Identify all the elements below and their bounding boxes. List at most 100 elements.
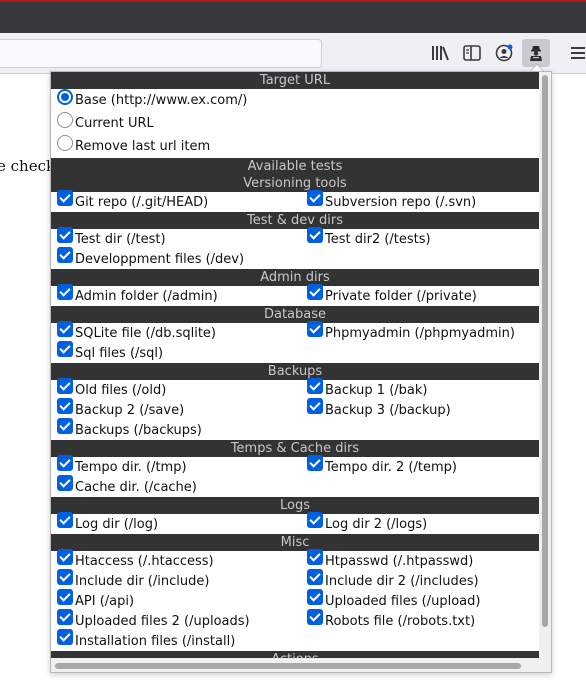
test-option[interactable]: SQLite file (/db.sqlite) bbox=[51, 321, 301, 343]
url-bar[interactable] bbox=[0, 39, 322, 68]
library-icon[interactable] bbox=[428, 41, 452, 65]
target-option[interactable]: Current URL bbox=[51, 111, 539, 135]
checkbox[interactable] bbox=[57, 247, 73, 263]
test-option[interactable]: Backups (/backups) bbox=[51, 418, 301, 440]
test-option-label: Include dir (/include) bbox=[75, 573, 210, 589]
checkbox[interactable] bbox=[57, 609, 73, 625]
checkbox[interactable] bbox=[57, 569, 73, 585]
checkbox[interactable] bbox=[57, 398, 73, 414]
test-option-label: Log dir (/log) bbox=[75, 516, 159, 532]
checkbox[interactable] bbox=[57, 378, 73, 394]
test-option[interactable]: Log dir 2 (/logs) bbox=[301, 512, 539, 534]
test-option-label: Sql files (/sql) bbox=[75, 345, 164, 361]
checkbox[interactable] bbox=[307, 190, 323, 206]
test-option[interactable]: Sql files (/sql) bbox=[51, 341, 301, 363]
checkbox[interactable] bbox=[307, 589, 323, 605]
checkbox[interactable] bbox=[307, 284, 323, 300]
checkbox[interactable] bbox=[307, 378, 323, 394]
checkbox[interactable] bbox=[57, 321, 73, 337]
checkbox[interactable] bbox=[307, 569, 323, 585]
checkbox[interactable] bbox=[307, 512, 323, 528]
test-option-label: Htpasswd (/.htpasswd) bbox=[325, 553, 474, 569]
test-option-label: Backup 2 (/save) bbox=[75, 402, 185, 418]
test-option-label: Phpmyadmin (/phpmyadmin) bbox=[325, 325, 515, 341]
test-option[interactable]: Git repo (/.git/HEAD) bbox=[51, 190, 301, 212]
test-option[interactable]: Tempo dir. 2 (/temp) bbox=[301, 455, 539, 477]
test-option[interactable]: Robots file (/robots.txt) bbox=[301, 609, 539, 631]
section-items: Htaccess (/.htaccess) Htpasswd (/.htpassw… bbox=[51, 549, 539, 651]
checkbox[interactable] bbox=[57, 455, 73, 471]
menu-icon[interactable] bbox=[565, 41, 586, 65]
radio-button[interactable] bbox=[57, 111, 73, 128]
popup-content: Target URL Base (http://www.ex.com/) Curr… bbox=[51, 72, 539, 658]
checkbox[interactable] bbox=[57, 227, 73, 243]
target-option[interactable]: Remove last url item bbox=[51, 134, 539, 158]
section-header: Logs bbox=[51, 497, 539, 514]
test-option[interactable]: Htpasswd (/.htpasswd) bbox=[301, 549, 539, 571]
tab-strip bbox=[0, 0, 586, 33]
test-option[interactable]: Admin folder (/admin) bbox=[51, 284, 301, 306]
test-option[interactable]: Subversion repo (/.svn) bbox=[301, 190, 539, 212]
test-option[interactable]: Test dir (/test) bbox=[51, 227, 301, 249]
checkbox[interactable] bbox=[307, 549, 323, 565]
section-items: SQLite file (/db.sqlite) Phpmyadmin (/php… bbox=[51, 321, 539, 363]
test-option[interactable]: Htaccess (/.htaccess) bbox=[51, 549, 301, 571]
test-option[interactable]: Test dir2 (/tests) bbox=[301, 227, 539, 249]
sidebar-icon[interactable] bbox=[460, 41, 484, 65]
checkbox[interactable] bbox=[57, 418, 73, 434]
checkbox[interactable] bbox=[307, 321, 323, 337]
test-option[interactable]: API (/api) bbox=[51, 589, 301, 611]
test-option-label: Admin folder (/admin) bbox=[75, 288, 218, 304]
section-items: Test dir (/test) Test dir2 (/tests) Develo… bbox=[51, 227, 539, 269]
extension-icon[interactable] bbox=[522, 39, 550, 67]
test-option-label: Git repo (/.git/HEAD) bbox=[75, 194, 209, 210]
radio-button[interactable] bbox=[57, 88, 73, 105]
test-option[interactable]: Uploaded files (/upload) bbox=[301, 589, 539, 611]
test-option[interactable]: Backup 2 (/save) bbox=[51, 398, 301, 420]
test-option[interactable]: Include dir 2 (/includes) bbox=[301, 569, 539, 591]
available-tests-header: Available tests bbox=[51, 158, 539, 175]
checkbox[interactable] bbox=[307, 398, 323, 414]
test-option[interactable]: Phpmyadmin (/phpmyadmin) bbox=[301, 321, 539, 343]
test-option[interactable]: Private folder (/private) bbox=[301, 284, 539, 306]
test-option-label: Include dir 2 (/includes) bbox=[325, 573, 479, 589]
test-option-label: Robots file (/robots.txt) bbox=[325, 613, 476, 629]
checkbox[interactable] bbox=[307, 227, 323, 243]
tab-accent-line bbox=[0, 0, 586, 2]
test-option-label: Htaccess (/.htaccess) bbox=[75, 553, 214, 569]
radio-button[interactable] bbox=[57, 134, 73, 151]
test-option[interactable]: Log dir (/log) bbox=[51, 512, 301, 534]
test-option[interactable]: Uploaded files 2 (/uploads) bbox=[51, 609, 301, 631]
test-option-label: Test dir2 (/tests) bbox=[325, 231, 431, 247]
section-header: Database bbox=[51, 306, 539, 323]
checkbox[interactable] bbox=[57, 190, 73, 206]
checkbox[interactable] bbox=[57, 512, 73, 528]
test-option[interactable]: Developpment files (/dev) bbox=[51, 247, 301, 269]
horizontal-scroll-thumb[interactable] bbox=[55, 663, 521, 669]
target-option[interactable]: Base (http://www.ex.com/) bbox=[51, 88, 539, 112]
test-option[interactable]: Installation files (/install) bbox=[51, 629, 301, 651]
vertical-scroll-thumb[interactable] bbox=[542, 75, 548, 627]
section-header: Temps & Cache dirs bbox=[51, 440, 539, 457]
test-option[interactable]: Backup 1 (/bak) bbox=[301, 378, 539, 400]
test-option[interactable]: Cache dir. (/cache) bbox=[51, 475, 301, 497]
account-icon[interactable] bbox=[492, 41, 516, 65]
checkbox[interactable] bbox=[57, 475, 73, 491]
checkbox[interactable] bbox=[307, 609, 323, 625]
checkbox[interactable] bbox=[57, 341, 73, 357]
test-option[interactable]: Tempo dir. (/tmp) bbox=[51, 455, 301, 477]
section-items: Log dir (/log) Log dir 2 (/logs) bbox=[51, 512, 539, 534]
vertical-scrollbar[interactable] bbox=[539, 72, 551, 658]
target-options: Base (http://www.ex.com/) Current URL Remo… bbox=[51, 88, 539, 158]
checkbox[interactable] bbox=[57, 629, 73, 645]
checkbox[interactable] bbox=[307, 455, 323, 471]
test-option[interactable]: Old files (/old) bbox=[51, 378, 301, 400]
checkbox[interactable] bbox=[57, 589, 73, 605]
checkbox[interactable] bbox=[57, 549, 73, 565]
test-option[interactable]: Include dir (/include) bbox=[51, 569, 301, 591]
checkbox[interactable] bbox=[57, 284, 73, 300]
section-header: Admin dirs bbox=[51, 269, 539, 286]
section-items: Tempo dir. (/tmp) Tempo dir. 2 (/temp) Cac… bbox=[51, 455, 539, 497]
test-option[interactable]: Backup 3 (/backup) bbox=[301, 398, 539, 420]
horizontal-scrollbar[interactable] bbox=[51, 658, 539, 672]
